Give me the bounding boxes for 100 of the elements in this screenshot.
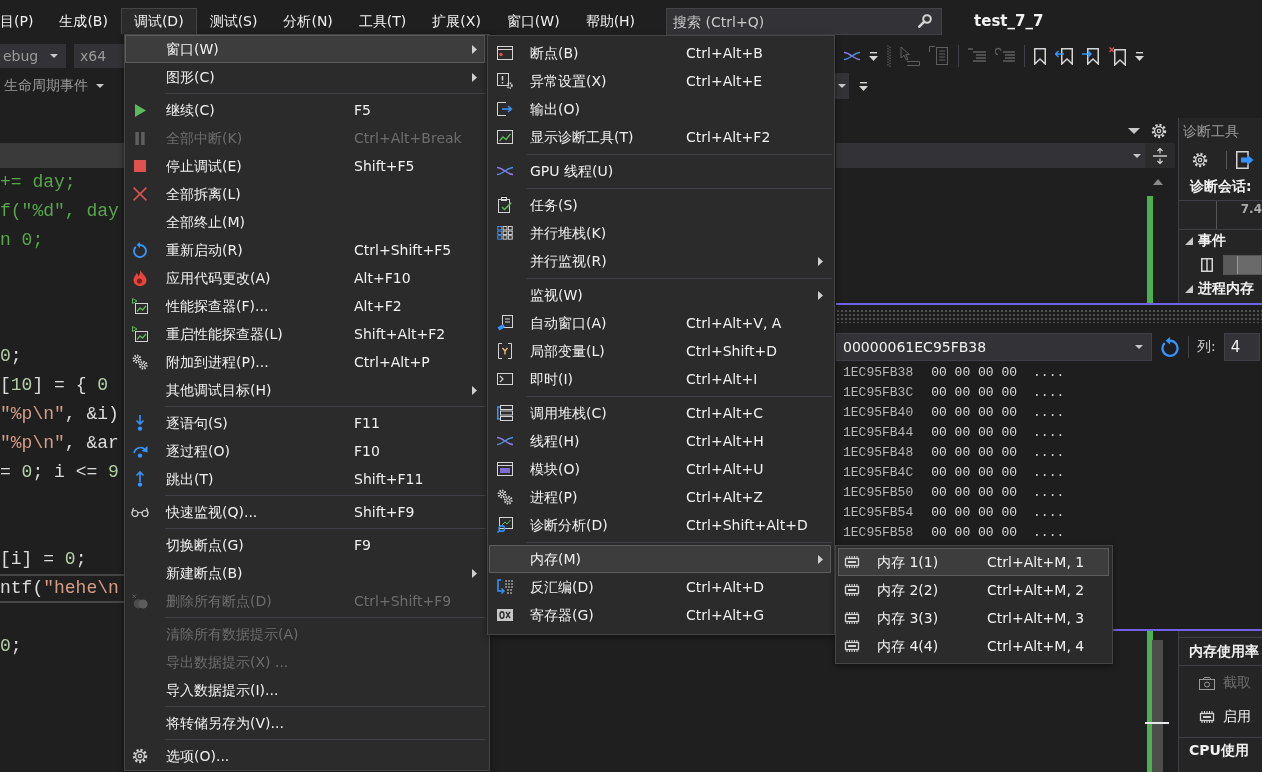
menu-item[interactable]: 显示诊断工具(T) Ctrl+Alt+F2 — [489, 123, 831, 151]
document-lines-icon[interactable] — [929, 46, 949, 66]
shortcut-text: Ctrl+Alt+Break — [354, 130, 462, 146]
splitter-icon[interactable] — [1153, 147, 1167, 164]
memory-chars: .... — [1033, 464, 1065, 482]
configuration-dropdown[interactable]: ebug — [0, 44, 66, 68]
menu-bar-item[interactable]: 调试(D) — [120, 8, 197, 34]
overflow-icon[interactable] — [1135, 51, 1144, 61]
menu-item[interactable]: 其他调试目标(H) — [125, 376, 485, 404]
enable-button[interactable]: 启用 — [1179, 700, 1262, 734]
menu-item[interactable]: 导入数据提示(I)... — [125, 676, 485, 704]
menu-bar-item[interactable]: 窗口(W) — [493, 8, 573, 34]
bookmark-arrow-right-icon[interactable] — [1082, 47, 1100, 65]
threads-icon[interactable] — [844, 51, 860, 61]
menu-item[interactable]: 窗口(W) — [125, 35, 485, 63]
menu-item[interactable]: 自动窗口(A) Ctrl+Alt+V, A — [489, 309, 831, 337]
section-header[interactable]: CPU使用 — [1179, 737, 1262, 762]
gears-icon — [497, 489, 513, 505]
menu-item[interactable]: 继续(C) F5 — [125, 96, 485, 124]
bookmark-icon[interactable] — [1034, 47, 1046, 65]
menu-item[interactable]: 任务(S) — [489, 191, 831, 219]
menu-item[interactable]: 图形(C) — [125, 63, 485, 91]
menu-bar-item[interactable]: 帮助(H) — [572, 8, 649, 34]
menu-item[interactable]: 调用堆栈(C) Ctrl+Alt+C — [489, 399, 831, 427]
settings-icon[interactable] — [1151, 122, 1167, 139]
menu-item[interactable]: 选项(O)... — [125, 742, 485, 770]
scroll-up-icon[interactable] — [1153, 179, 1163, 185]
menu-item[interactable]: 附加到进程(P)... Ctrl+Alt+P — [125, 348, 485, 376]
bookmark-arrow-left-icon[interactable] — [1055, 47, 1073, 65]
split-panel-icon[interactable] — [1201, 258, 1213, 272]
menu-item[interactable]: 快速监视(Q)... Shift+F9 — [125, 498, 485, 526]
grid-icon — [497, 226, 513, 240]
vertical-scrollbar[interactable] — [1145, 631, 1169, 772]
memory-bytes: 00 00 00 00 — [931, 524, 1018, 542]
dropdown-caret-icon[interactable] — [1128, 127, 1140, 134]
menu-item[interactable]: 性能探查器(F)... Alt+F2 — [125, 292, 485, 320]
section-header[interactable]: 内存使用率 — [1179, 638, 1262, 666]
submenu-arrow-icon — [817, 290, 823, 300]
event-dropdown[interactable]: 生命周期事件 — [0, 77, 104, 95]
expanded-triangle-icon[interactable] — [1185, 285, 1193, 293]
menu-item[interactable]: 应用代码更改(A) Alt+F10 — [125, 264, 485, 292]
menu-bar-item[interactable]: 目(P) — [0, 8, 47, 34]
memory-bytes: 00 00 00 00 — [931, 484, 1018, 502]
menu-item[interactable]: 逐语句(S) F11 — [125, 409, 485, 437]
menu-item[interactable]: 重新启动(R) Ctrl+Shift+F5 — [125, 236, 485, 264]
menu-bar-item[interactable]: 生成(B) — [46, 8, 121, 34]
bookmark-x-icon[interactable] — [1109, 46, 1126, 66]
dropdown-button[interactable] — [835, 73, 849, 99]
menu-item[interactable]: 将转储另存为(V)... — [125, 709, 485, 737]
overflow-icon[interactable] — [859, 81, 868, 91]
shortcut-text: Alt+F2 — [354, 298, 402, 314]
cursor-icon[interactable] — [900, 46, 920, 66]
menu-item[interactable]: 即时(I) Ctrl+Alt+I — [489, 365, 831, 393]
export-icon[interactable] — [1236, 151, 1254, 169]
menu-bar-item[interactable]: 分析(N) — [270, 8, 346, 34]
menu-item[interactable]: 并行监视(R) — [489, 247, 831, 275]
window-gripper[interactable] — [836, 309, 1262, 323]
shortcut-text: Ctrl+Alt+F2 — [686, 129, 771, 145]
overflow-icon[interactable] — [869, 51, 878, 61]
menu-item[interactable]: 切换断点(G) F9 — [125, 531, 485, 559]
menu-item[interactable]: 输出(O) — [489, 95, 831, 123]
chart-icon — [132, 298, 148, 314]
menu-item[interactable]: 内存 4(4) Ctrl+Alt+M, 4 — [838, 632, 1109, 660]
menu-item[interactable]: 内存(M) — [489, 545, 831, 573]
menu-item[interactable]: 并行堆栈(K) — [489, 219, 831, 247]
menu-item[interactable]: 模块(O) Ctrl+Alt+U — [489, 455, 831, 483]
menu-item[interactable]: 逐过程(O) F10 — [125, 437, 485, 465]
menu-item[interactable]: 诊断分析(D) Ctrl+Shift+Alt+D — [489, 511, 831, 539]
menu-item[interactable]: 线程(H) Ctrl+Alt+H — [489, 427, 831, 455]
menu-item[interactable]: 重启性能探查器(L) Shift+Alt+F2 — [125, 320, 485, 348]
menu-bar-item[interactable]: 扩展(X) — [419, 8, 494, 34]
search-field[interactable]: 搜索 (Ctrl+Q) — [666, 8, 943, 35]
menu-item[interactable]: 寄存器(G) Ctrl+Alt+G — [489, 601, 831, 629]
menu-item[interactable]: 新建断点(B) — [125, 559, 485, 587]
menu-item[interactable]: 进程(P) Ctrl+Alt+Z — [489, 483, 831, 511]
menu-item[interactable]: 停止调试(E) Shift+F5 — [125, 152, 485, 180]
expanded-triangle-icon[interactable] — [1185, 237, 1193, 245]
menu-item[interactable]: 内存 2(2) Ctrl+Alt+M, 2 — [838, 576, 1109, 604]
memory-bytes: 00 00 00 00 — [931, 364, 1018, 382]
memory-bytes: 00 00 00 00 — [931, 384, 1018, 402]
menu-item[interactable]: GPU 线程(U) — [489, 157, 831, 185]
menu-item[interactable]: 异常设置(X) Ctrl+Alt+E — [489, 67, 831, 95]
menu-bar-item[interactable]: 测试(S) — [196, 8, 271, 34]
menu-item[interactable]: 局部变量(L) Ctrl+Shift+D — [489, 337, 831, 365]
platform-dropdown[interactable]: x64 — [74, 44, 124, 68]
refresh-icon[interactable] — [1161, 337, 1179, 357]
address-combobox[interactable]: 00000061EC95FB38 — [836, 333, 1152, 361]
menu-item[interactable]: 监视(W) — [489, 281, 831, 309]
menu-item[interactable]: 全部拆离(L) — [125, 180, 485, 208]
menu-item[interactable]: 断点(B) Ctrl+Alt+B — [489, 39, 831, 67]
menu-bar-item[interactable]: 工具(T) — [345, 8, 420, 34]
menu-item[interactable]: 反汇编(D) Ctrl+Alt+D — [489, 573, 831, 601]
columns-field[interactable]: 4 — [1223, 333, 1260, 361]
menu-item[interactable]: 内存 3(3) Ctrl+Alt+M, 3 — [838, 604, 1109, 632]
menu-item[interactable]: 全部终止(M) — [125, 208, 485, 236]
submenu-arrow-icon — [471, 568, 477, 578]
settings-icon[interactable] — [1192, 152, 1208, 168]
dropdown-caret-icon — [96, 84, 104, 88]
menu-item[interactable]: 跳出(T) Shift+F11 — [125, 465, 485, 493]
menu-item[interactable]: 内存 1(1) Ctrl+Alt+M, 1 — [838, 548, 1109, 576]
